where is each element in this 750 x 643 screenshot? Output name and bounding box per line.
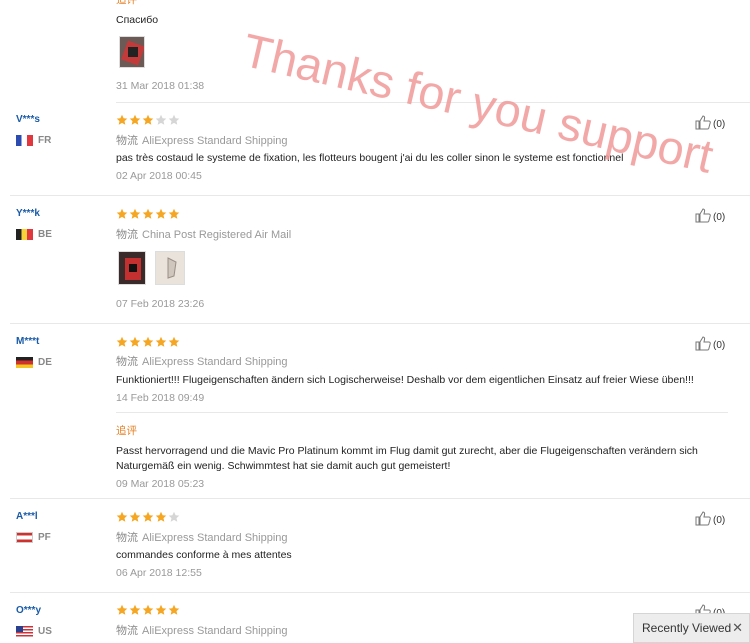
followup-label: 追评 [116, 0, 137, 6]
star-filled-icon [155, 511, 167, 522]
review-photo[interactable] [118, 251, 146, 285]
flag-pf-icon [16, 532, 33, 543]
star-filled-icon [129, 336, 141, 347]
flag-be-icon [16, 229, 33, 240]
helpful-button[interactable]: (0) [695, 208, 725, 226]
recently-viewed-label: Recently Viewed [642, 621, 732, 635]
reviewer-country: DE [16, 357, 52, 368]
star-filled-icon [155, 208, 167, 219]
star-filled-icon [116, 336, 128, 347]
followup-date: 09 Mar 2018 05:23 [116, 478, 205, 490]
shipping-info: 物流 AliExpress Standard Shipping [116, 625, 288, 637]
star-filled-icon [168, 208, 180, 219]
divider [10, 498, 750, 499]
divider [10, 592, 750, 593]
reviewer-country: PF [16, 532, 51, 543]
reviewer-name: O***y [16, 605, 42, 616]
flag-de-icon [16, 357, 33, 368]
review-date: 07 Feb 2018 23:26 [116, 298, 205, 310]
review-text: Спасибо [116, 14, 159, 26]
shipping-info: 物流 China Post Registered Air Mail [116, 229, 292, 241]
star-filled-icon [129, 208, 141, 219]
review-text: commandes conforme à mes attentes [116, 549, 292, 561]
flag-fr-icon [16, 135, 33, 146]
divider [10, 323, 750, 324]
divider [10, 195, 750, 196]
star-empty-icon [155, 114, 167, 125]
star-filled-icon [116, 511, 128, 522]
star-filled-icon [116, 604, 128, 615]
review-text: pas très costaud le systeme de fixation,… [116, 152, 624, 164]
review-photo[interactable] [155, 251, 185, 285]
reviewer-country: US [16, 626, 52, 637]
review-text: Funktioniert!!! Flugeigenschaften ändern… [116, 374, 694, 386]
star-filled-icon [142, 114, 154, 125]
shipping-info: 物流 AliExpress Standard Shipping [116, 532, 288, 544]
review-date: 06 Apr 2018 12:55 [116, 567, 202, 579]
helpful-button[interactable]: (0) [695, 336, 725, 354]
star-filled-icon [168, 604, 180, 615]
rating-stars [116, 336, 180, 348]
star-filled-icon [116, 208, 128, 219]
star-filled-icon [142, 208, 154, 219]
star-filled-icon [129, 114, 141, 125]
thumbs-up-icon [695, 208, 711, 226]
star-filled-icon [142, 604, 154, 615]
review-date: 31 Mar 2018 01:38 [116, 80, 205, 92]
thumbs-up-icon [695, 336, 711, 354]
star-filled-icon [129, 604, 141, 615]
star-filled-icon [155, 604, 167, 615]
reviewer-name: M***t [16, 336, 40, 347]
divider [116, 412, 728, 413]
star-filled-icon [168, 336, 180, 347]
shipping-info: 物流 AliExpress Standard Shipping [116, 135, 288, 147]
rating-stars [116, 511, 180, 523]
reviewer-name: A***l [16, 511, 38, 522]
star-filled-icon [142, 511, 154, 522]
star-filled-icon [142, 336, 154, 347]
shipping-info: 物流 AliExpress Standard Shipping [116, 356, 288, 368]
followup-text: Passt hervorragend und die Mavic Pro Pla… [116, 445, 698, 457]
star-filled-icon [155, 336, 167, 347]
reviewer-country: BE [16, 229, 52, 240]
followup-text: Naturgemäß ein wenig. Schwimmtest hat si… [116, 460, 451, 472]
reviewer-country: FR [16, 135, 51, 146]
recently-viewed-button[interactable]: Recently Viewed ✕ [633, 613, 750, 643]
thumbs-up-icon [695, 511, 711, 529]
rating-stars [116, 604, 180, 616]
flag-us-icon [16, 626, 33, 637]
review-date: 02 Apr 2018 00:45 [116, 170, 202, 182]
star-filled-icon [129, 511, 141, 522]
star-empty-icon [168, 114, 180, 125]
followup-label: 追评 [116, 425, 137, 437]
rating-stars [116, 208, 180, 220]
rating-stars [116, 114, 180, 126]
close-icon[interactable]: ✕ [732, 620, 743, 636]
star-filled-icon [116, 114, 128, 125]
review-photo[interactable] [119, 36, 145, 68]
review-date: 14 Feb 2018 09:49 [116, 392, 205, 404]
star-empty-icon [168, 511, 180, 522]
helpful-button[interactable]: (0) [695, 511, 725, 529]
reviewer-name: Y***k [16, 208, 40, 219]
reviewer-name: V***s [16, 114, 40, 125]
